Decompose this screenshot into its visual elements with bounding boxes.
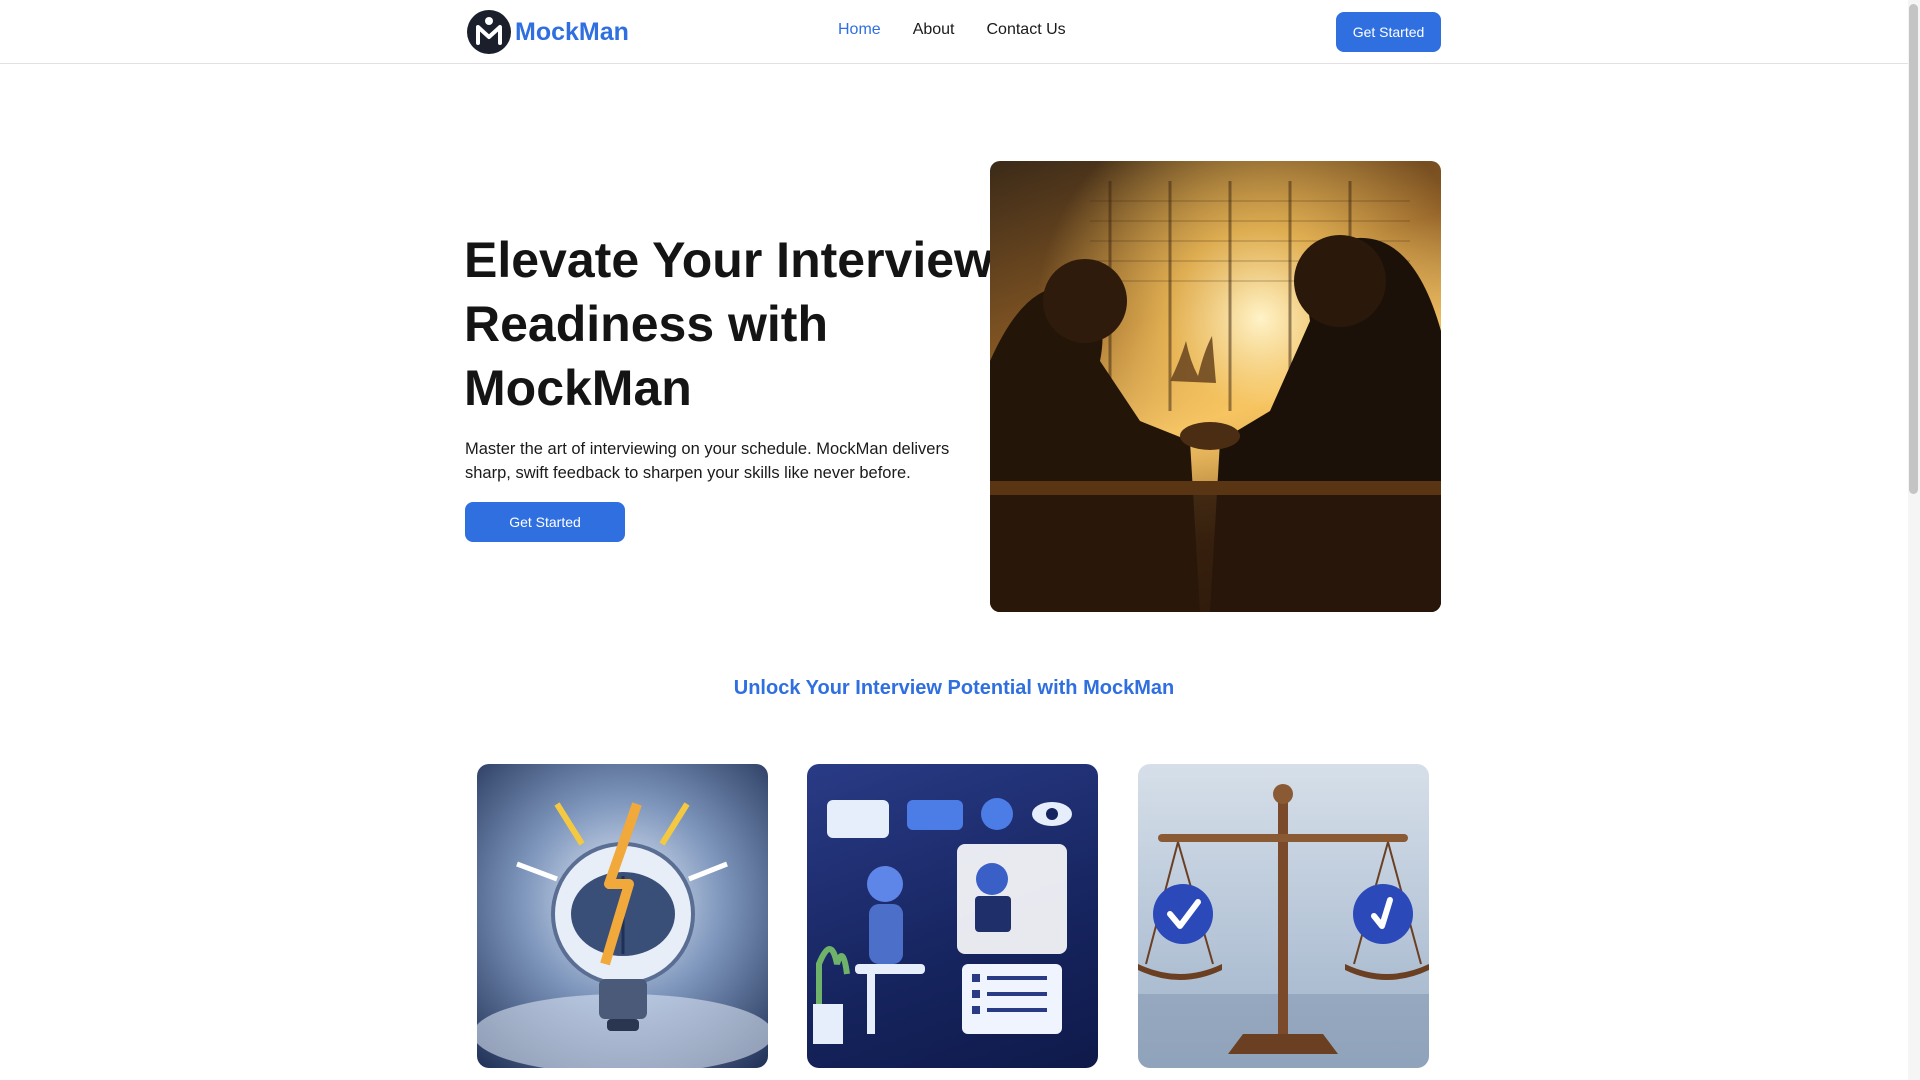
feature-card-3	[1138, 764, 1429, 1068]
brand-name: MockMan	[515, 17, 629, 46]
lightbulb-brain-icon	[477, 802, 768, 1068]
balance-scale-icon	[1138, 784, 1429, 1068]
robot-interview-icon	[813, 798, 1072, 1044]
m-logo-icon	[467, 10, 511, 54]
hero-title: Elevate Your Interview Readiness with Mo…	[464, 232, 993, 416]
handshake-illustration	[990, 161, 1441, 612]
feature-card-1	[477, 764, 768, 1068]
features-title: Unlock Your Interview Potential with Moc…	[733, 677, 1175, 699]
hero-subtitle: Master the art of interviewing on your s…	[465, 440, 950, 482]
nav-link-home[interactable]: Home	[838, 21, 881, 39]
scrollbar-thumb[interactable]	[1909, 4, 1918, 494]
nav-link-about[interactable]: About	[913, 21, 955, 39]
nav-links: Home About Contact Us	[838, 21, 1098, 39]
brand[interactable]: MockMan	[467, 10, 629, 54]
feature-card-2	[807, 764, 1098, 1068]
hero-get-started-button[interactable]: Get Started	[465, 502, 625, 542]
nav-link-contact[interactable]: Contact Us	[987, 21, 1066, 39]
navbar: MockMan Home About Contact Us Get Starte…	[0, 0, 1908, 64]
nav-get-started-button[interactable]: Get Started	[1336, 12, 1441, 52]
